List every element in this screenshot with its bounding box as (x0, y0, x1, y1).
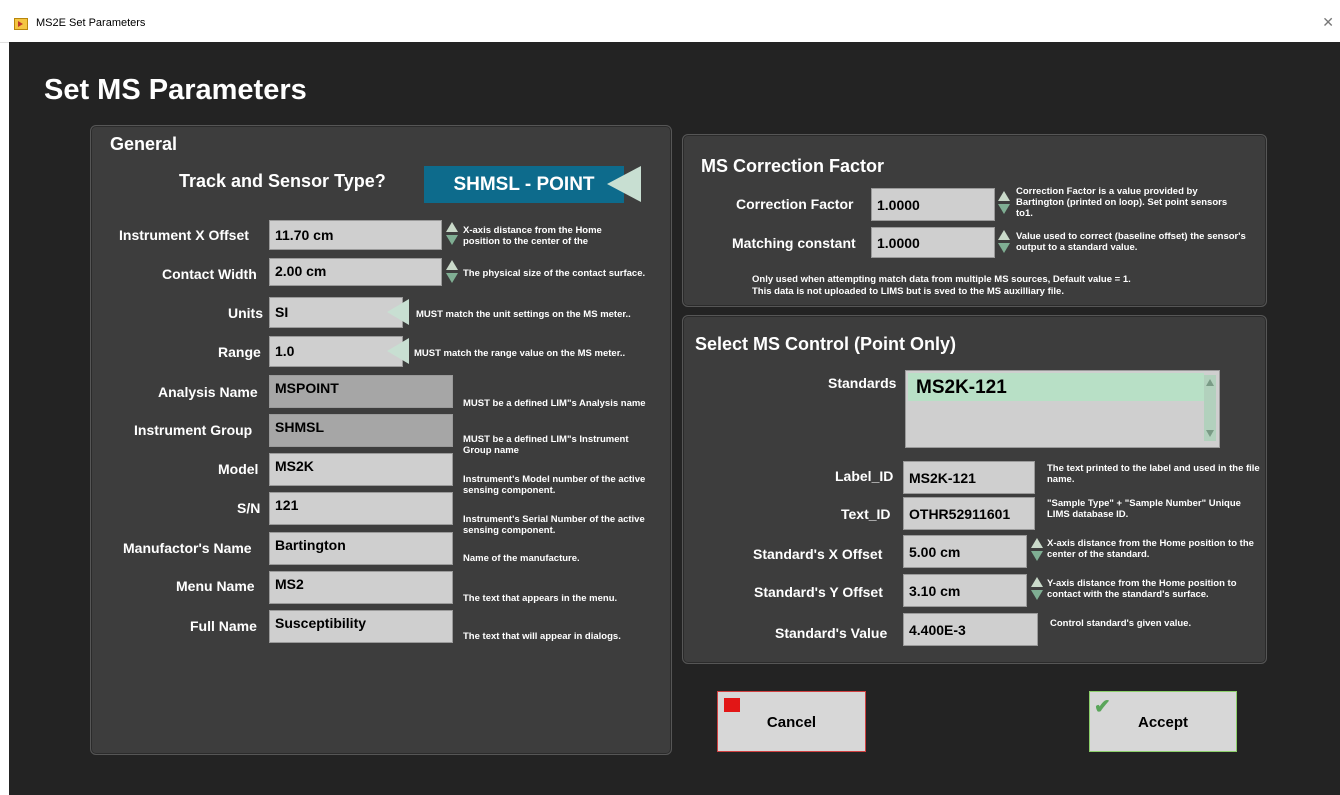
manufacturer-input[interactable]: Bartington (269, 532, 453, 565)
manufacturer-label: Manufactor's Name (123, 540, 252, 556)
window-title: MS2E Set Parameters (36, 17, 146, 29)
units-ring[interactable]: SI (269, 297, 403, 328)
menu-name-input[interactable]: MS2 (269, 571, 453, 604)
cancel-button[interactable]: Cancel (717, 691, 866, 752)
analysis-name-field: MSPOINT (269, 375, 453, 408)
std-y-offset-desc: Y-axis distance from the Home position t… (1047, 578, 1237, 600)
units-arrow-icon[interactable] (387, 299, 409, 325)
sn-desc: Instrument's Serial Number of the active… (463, 514, 645, 536)
label-id-input[interactable]: MS2K-121 (903, 461, 1035, 494)
full-name-desc: The text that will appear in dialogs. (463, 631, 621, 642)
std-x-offset-input[interactable]: 5.00 cm (903, 535, 1027, 568)
std-value-input[interactable]: 4.400E-3 (903, 613, 1038, 646)
scroll-up-icon[interactable] (1206, 379, 1214, 386)
x-offset-spinner-icon[interactable] (446, 221, 458, 247)
contact-width-spinner-icon[interactable] (446, 259, 458, 285)
label-id-desc: The text printed to the label and used i… (1047, 463, 1260, 485)
x-offset-desc: X-axis distance from the Home position t… (463, 225, 602, 247)
matching-constant-spinner-icon[interactable] (998, 229, 1010, 255)
sn-input[interactable]: 121 (269, 492, 453, 525)
correction-factor-label: Correction Factor (736, 196, 854, 212)
x-offset-input[interactable]: 11.70 cm (269, 220, 442, 250)
contact-width-label: Contact Width (162, 266, 257, 282)
text-id-input[interactable]: OTHR52911601 (903, 497, 1035, 530)
std-value-desc: Control standard's given value. (1050, 618, 1192, 629)
correction-factor-desc: Correction Factor is a value provided by… (1016, 186, 1228, 219)
correction-factor-spinner-icon[interactable] (998, 190, 1010, 216)
correction-factor-input[interactable]: 1.0000 (871, 188, 995, 221)
matching-constant-desc: Value used to correct (baseline offset) … (1016, 231, 1246, 253)
standards-list-item[interactable]: MS2K-121 (908, 373, 1204, 401)
manufacturer-desc: Name of the manufacture. (463, 553, 580, 564)
x-offset-label: Instrument X Offset (119, 227, 249, 243)
range-arrow-icon[interactable] (387, 338, 409, 364)
track-sensor-arrow-icon[interactable] (607, 166, 641, 202)
menu-name-desc: The text that appears in the menu. (463, 593, 618, 604)
page-title: Set MS Parameters (44, 74, 307, 106)
range-ring[interactable]: 1.0 (269, 336, 403, 367)
cancel-button-label: Cancel (766, 714, 817, 731)
contact-width-desc: The physical size of the contact surface… (463, 268, 646, 279)
range-desc: MUST match the range value on the MS met… (414, 348, 626, 359)
cancel-indicator-icon (724, 698, 740, 712)
model-label: Model (218, 461, 259, 477)
correction-note-1: Only used when attempting match data fro… (752, 274, 1131, 285)
text-id-label: Text_ID (841, 506, 891, 522)
analysis-name-label: Analysis Name (158, 384, 258, 400)
matching-constant-label: Matching constant (732, 235, 856, 251)
control-panel-title: Select MS Control (Point Only) (695, 334, 957, 354)
standards-scrollbar[interactable] (1204, 375, 1216, 441)
std-y-offset-input[interactable]: 3.10 cm (903, 574, 1027, 607)
analysis-name-desc: MUST be a defined LIM"s Analysis name (463, 398, 646, 409)
std-x-offset-desc: X-axis distance from the Home position t… (1047, 538, 1254, 560)
correction-panel-title: MS Correction Factor (701, 156, 885, 176)
range-label: Range (218, 344, 261, 360)
correction-note-2: This data is not uploaded to LIMS but is… (752, 286, 1064, 297)
standards-listbox[interactable]: MS2K-121 (905, 370, 1220, 448)
std-value-label: Standard's Value (775, 625, 888, 641)
model-input[interactable]: MS2K (269, 453, 453, 486)
units-desc: MUST match the unit settings on the MS m… (416, 309, 631, 320)
std-y-offset-spinner-icon[interactable] (1031, 576, 1043, 602)
sn-label: S/N (237, 500, 261, 516)
std-x-offset-label: Standard's X Offset (753, 546, 883, 562)
full-name-input[interactable]: Susceptibility (269, 610, 453, 643)
window-titlebar: MS2E Set Parameters ✕ (0, 0, 1340, 43)
general-panel-title: General (110, 134, 178, 154)
instrument-group-field: SHMSL (269, 414, 453, 447)
full-name-label: Full Name (190, 618, 257, 634)
standards-label: Standards (828, 375, 897, 391)
scroll-down-icon[interactable] (1206, 430, 1214, 437)
text-id-desc: "Sample Type" + "Sample Number" Unique L… (1047, 498, 1241, 520)
std-y-offset-label: Standard's Y Offset (754, 584, 883, 600)
accept-button[interactable]: ✔ Accept (1089, 691, 1237, 752)
instrument-group-desc: MUST be a defined LIM"s Instrument Group… (463, 434, 629, 456)
close-icon[interactable]: ✕ (1322, 14, 1334, 31)
contact-width-input[interactable]: 2.00 cm (269, 258, 442, 286)
track-sensor-ring[interactable]: SHMSL - POINT (424, 166, 624, 203)
std-x-offset-spinner-icon[interactable] (1031, 537, 1043, 563)
app-icon (14, 18, 28, 30)
units-label: Units (228, 305, 263, 321)
matching-constant-input[interactable]: 1.0000 (871, 227, 995, 258)
instrument-group-label: Instrument Group (134, 422, 253, 438)
model-desc: Instrument's Model number of the active … (463, 474, 646, 496)
track-sensor-label: Track and Sensor Type? (179, 171, 386, 191)
label-id-label: Label_ID (835, 468, 894, 484)
accept-button-label: Accept (1137, 714, 1189, 731)
menu-name-label: Menu Name (176, 578, 255, 594)
